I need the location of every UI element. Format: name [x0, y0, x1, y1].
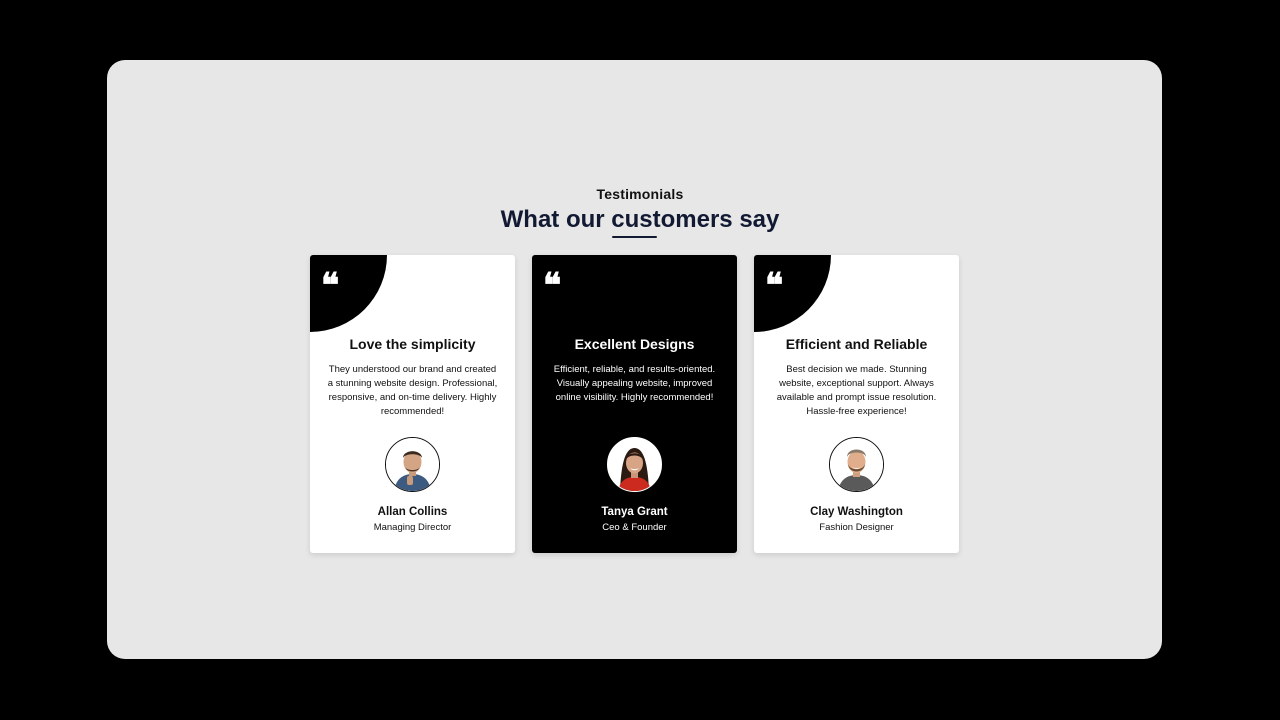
testimonial-text: Best decision we made. Stunning website,… [776, 364, 937, 417]
person-role: Fashion Designer [819, 522, 894, 533]
testimonial-card: ❝ Excellent Designs Efficient, reliable,… [532, 255, 737, 553]
quote-icon: ❝ [765, 266, 784, 306]
person-name: Allan Collins [377, 506, 448, 518]
person-role: Ceo & Founder [602, 522, 667, 533]
section-title: What our customers say [500, 206, 780, 233]
quote-badge: ❝ [754, 255, 831, 332]
testimonial-title: Efficient and Reliable [785, 336, 928, 352]
person-name: Clay Washington [810, 506, 903, 518]
title-underline [612, 236, 657, 238]
testimonial-card: ❝ Love the simplicity They understood ou… [310, 255, 515, 553]
testimonial-text: They understood our brand and created a … [327, 364, 498, 417]
testimonial-card: ❝ Efficient and Reliable Best decision w… [754, 255, 959, 553]
avatar [385, 437, 440, 492]
quote-badge: ❝ [310, 255, 387, 332]
person-role: Managing Director [373, 522, 452, 533]
testimonial-text: Efficient, reliable, and results-oriente… [553, 364, 716, 403]
quote-icon: ❝ [321, 266, 340, 306]
avatar [607, 437, 662, 492]
person-name: Tanya Grant [601, 506, 668, 518]
testimonial-title: Excellent Designs [574, 336, 695, 352]
avatar [829, 437, 884, 492]
quote-icon: ❝ [543, 266, 562, 306]
testimonial-title: Love the simplicity [349, 336, 476, 352]
section-eyebrow: Testimonials [596, 186, 684, 202]
